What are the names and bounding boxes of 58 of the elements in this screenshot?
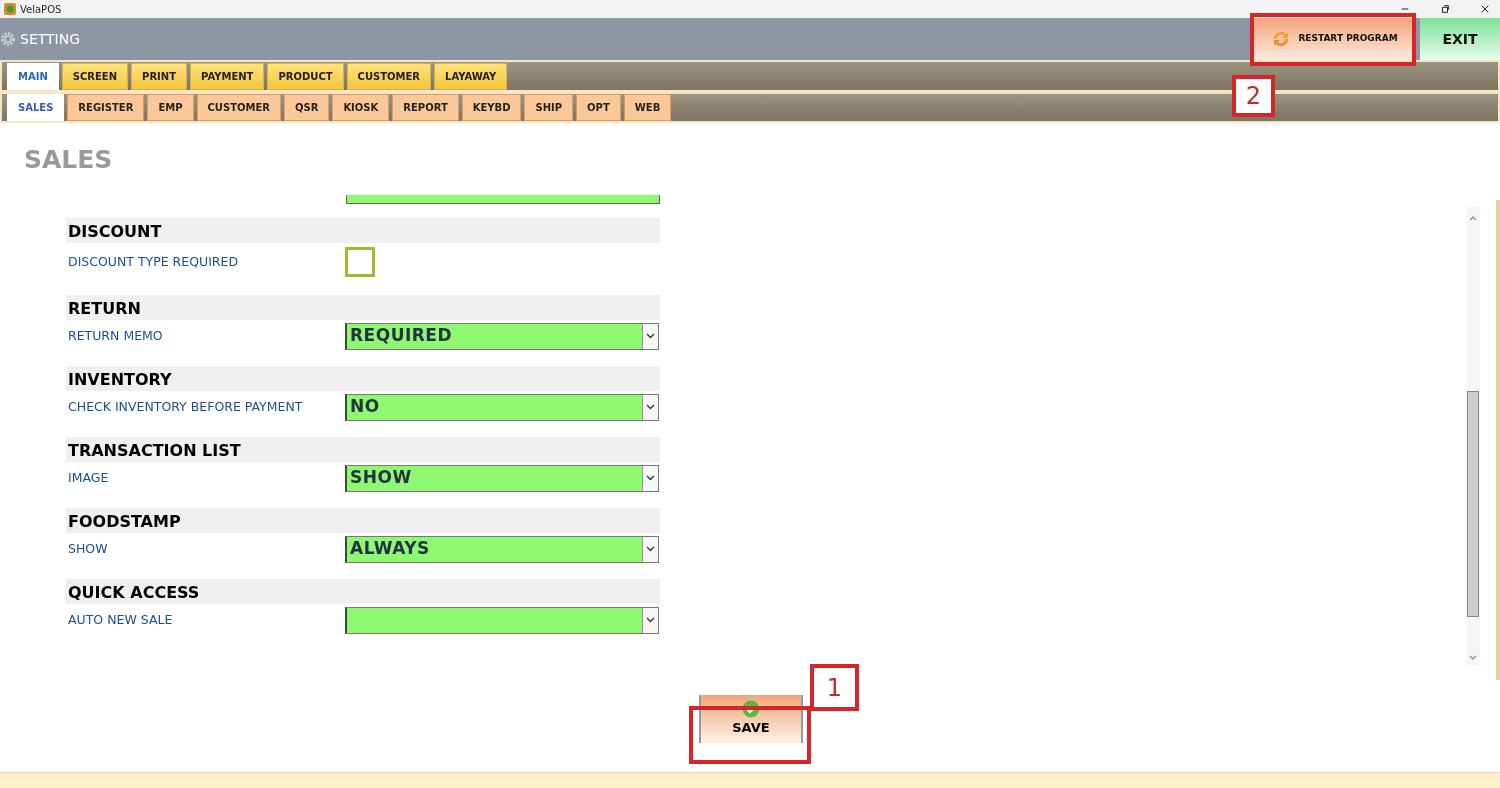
tab[interactable]: SHIP	[524, 94, 574, 121]
section-heading: RETURN	[66, 295, 660, 320]
setting-label: SHOW	[67, 539, 109, 558]
restart-program-button[interactable]: RESTART PROGRAM	[1254, 18, 1414, 60]
tab[interactable]: PRINT	[131, 63, 187, 90]
tab[interactable]: PRODUCT	[267, 63, 344, 90]
tab[interactable]: CUSTOMER	[196, 94, 281, 121]
section-heading: QUICK ACCESS	[66, 579, 660, 604]
restore-icon[interactable]	[1440, 4, 1450, 14]
tab[interactable]: PAYMENT	[190, 63, 265, 90]
setting-label: AUTO NEW SALE	[67, 610, 174, 629]
tab[interactable]: QSR	[283, 94, 330, 121]
tab[interactable]: KIOSK	[332, 94, 390, 121]
dropdown-field[interactable]: SHOW	[345, 464, 659, 492]
tab[interactable]: REPORT	[392, 94, 459, 121]
close-icon[interactable]	[1480, 4, 1490, 14]
tab[interactable]: MAIN	[7, 63, 59, 90]
window-title: VelaPOS	[20, 2, 62, 17]
exit-button[interactable]: EXIT	[1420, 18, 1500, 60]
tab[interactable]: OPT	[576, 94, 621, 121]
app-logo-icon	[4, 3, 16, 15]
tab[interactable]: SALES	[7, 94, 65, 121]
gear-icon	[0, 31, 16, 47]
tab[interactable]: SCREEN	[61, 63, 129, 90]
dropdown-field[interactable]: REQUIRED	[345, 322, 659, 350]
callout-number: 2	[1232, 75, 1275, 117]
scrollbar[interactable]	[1466, 207, 1480, 665]
chevron-down-icon	[646, 546, 655, 552]
dropdown-field[interactable]: ALWAYS	[345, 535, 659, 563]
section-heading: INVENTORY	[66, 366, 660, 391]
chevron-down-icon	[646, 475, 655, 481]
checkbox[interactable]	[345, 247, 375, 277]
dropdown-field[interactable]	[346, 195, 660, 204]
chevron-down-icon	[646, 404, 655, 410]
checkmark-icon	[742, 700, 760, 719]
section-heading: DISCOUNT	[66, 218, 660, 243]
chevron-up-icon[interactable]	[1469, 215, 1477, 221]
chevron-down-icon[interactable]	[1469, 655, 1477, 661]
chevron-down-icon	[646, 617, 655, 623]
section-heading: TRANSACTION LIST	[66, 437, 660, 462]
tab[interactable]: EMP	[147, 94, 194, 121]
setting-label: IMAGE	[67, 468, 110, 487]
setting-label: CHECK INVENTORY BEFORE PAYMENT	[67, 397, 304, 416]
chevron-down-icon	[646, 333, 655, 339]
header-title: SETTING	[20, 29, 81, 49]
setting-label: RETURN MEMO	[67, 326, 164, 345]
save-button[interactable]: SAVE	[699, 695, 803, 743]
tab[interactable]: REGISTER	[67, 94, 145, 121]
tab[interactable]: KEYBD	[461, 94, 522, 121]
dropdown-field[interactable]	[345, 606, 659, 634]
tab[interactable]: WEB	[623, 94, 672, 121]
dropdown-field[interactable]: NO	[345, 393, 659, 421]
tab[interactable]: LAYAWAY	[434, 63, 508, 90]
page-title: SALES	[23, 144, 114, 176]
callout-number: 1	[810, 664, 859, 711]
section-heading: FOODSTAMP	[66, 508, 660, 533]
setting-label: DISCOUNT TYPE REQUIRED	[67, 252, 240, 271]
tab[interactable]: CUSTOMER	[346, 63, 432, 90]
